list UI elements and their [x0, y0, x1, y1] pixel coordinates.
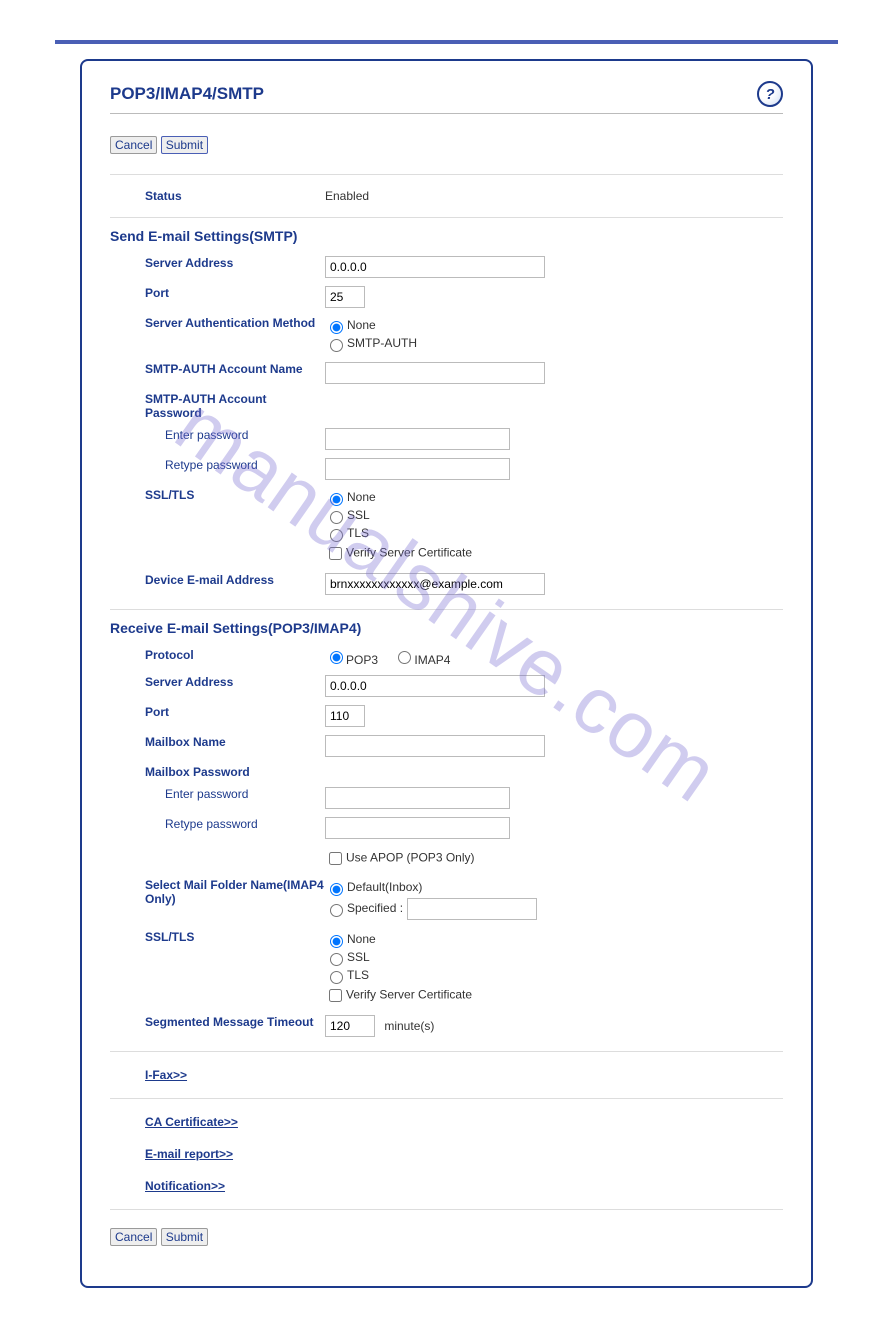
status-value: Enabled	[325, 189, 783, 203]
smtp-password-enter-label: Enter password	[110, 428, 325, 442]
smtp-heading: Send E-mail Settings(SMTP)	[110, 228, 783, 244]
pop-ssl-none-option[interactable]: None	[325, 932, 783, 948]
pop-ssl-none-radio[interactable]	[330, 935, 343, 948]
page-title: POP3/IMAP4/SMTP	[110, 84, 264, 104]
mailbox-password-retype-label: Retype password	[110, 817, 325, 831]
protocol-imap4-option[interactable]: IMAP4	[393, 653, 450, 667]
smtp-verify-cert-option[interactable]: Verify Server Certificate	[325, 544, 783, 563]
divider	[110, 217, 783, 218]
pop-verify-cert-checkbox[interactable]	[329, 989, 342, 1002]
smtp-auth-none-radio[interactable]	[330, 321, 343, 334]
divider	[110, 1098, 783, 1099]
pop-server-label: Server Address	[110, 675, 325, 689]
apop-checkbox[interactable]	[329, 852, 342, 865]
mailbox-password-enter-input[interactable]	[325, 787, 510, 809]
mailbox-name-input[interactable]	[325, 735, 545, 757]
smtp-auth-smtpauth-option[interactable]: SMTP-AUTH	[325, 336, 783, 352]
settings-panel: manualshive.com POP3/IMAP4/SMTP ? Cancel…	[80, 59, 813, 1288]
protocol-label: Protocol	[110, 648, 325, 662]
pop-heading: Receive E-mail Settings(POP3/IMAP4)	[110, 620, 783, 636]
folder-default-option[interactable]: Default(Inbox)	[325, 880, 783, 896]
smtp-auth-method-label: Server Authentication Method	[110, 316, 325, 330]
protocol-pop3-radio[interactable]	[330, 651, 343, 664]
smtp-account-name-input[interactable]	[325, 362, 545, 384]
smtp-ssl-tls-option[interactable]: TLS	[325, 526, 783, 542]
folder-default-radio[interactable]	[330, 883, 343, 896]
title-divider	[110, 113, 783, 114]
folder-specified-input[interactable]	[407, 898, 537, 920]
submit-button-bottom[interactable]: Submit	[161, 1228, 208, 1246]
seg-timeout-unit: minute(s)	[384, 1019, 434, 1033]
divider	[110, 1209, 783, 1210]
email-report-link[interactable]: E-mail report>>	[145, 1147, 233, 1161]
apop-option[interactable]: Use APOP (POP3 Only)	[325, 849, 783, 868]
cancel-button[interactable]: Cancel	[110, 136, 157, 154]
smtp-account-name-label: SMTP-AUTH Account Name	[110, 362, 325, 376]
device-email-label: Device E-mail Address	[110, 573, 325, 587]
smtp-ssl-tls-radio[interactable]	[330, 529, 343, 542]
smtp-password-enter-input[interactable]	[325, 428, 510, 450]
smtp-account-password-label: SMTP-AUTH Account Password	[110, 392, 325, 420]
status-label: Status	[110, 189, 325, 203]
pop-ssl-ssl-radio[interactable]	[330, 953, 343, 966]
protocol-imap4-radio[interactable]	[398, 651, 411, 664]
smtp-server-label: Server Address	[110, 256, 325, 270]
smtp-ssl-ssl-radio[interactable]	[330, 511, 343, 524]
seg-timeout-input[interactable]	[325, 1015, 375, 1037]
folder-label: Select Mail Folder Name(IMAP4 Only)	[110, 878, 325, 906]
smtp-password-retype-input[interactable]	[325, 458, 510, 480]
divider	[110, 609, 783, 610]
seg-timeout-label: Segmented Message Timeout	[110, 1015, 325, 1029]
smtp-ssl-none-radio[interactable]	[330, 493, 343, 506]
pop-ssl-tls-radio[interactable]	[330, 971, 343, 984]
device-email-input[interactable]	[325, 573, 545, 595]
mailbox-password-enter-label: Enter password	[110, 787, 325, 801]
submit-button[interactable]: Submit	[161, 136, 208, 154]
mailbox-name-label: Mailbox Name	[110, 735, 325, 749]
pop-server-input[interactable]	[325, 675, 545, 697]
bottom-button-row: Cancel Submit	[110, 1228, 783, 1246]
mailbox-password-retype-input[interactable]	[325, 817, 510, 839]
ca-cert-link[interactable]: CA Certificate>>	[145, 1115, 238, 1129]
mailbox-password-label: Mailbox Password	[110, 765, 325, 779]
smtp-server-input[interactable]	[325, 256, 545, 278]
page-title-row: POP3/IMAP4/SMTP ?	[110, 81, 783, 107]
help-icon[interactable]: ?	[757, 81, 783, 107]
smtp-verify-cert-checkbox[interactable]	[329, 547, 342, 560]
smtp-port-label: Port	[110, 286, 325, 300]
status-row: Status Enabled	[110, 185, 783, 207]
smtp-ssl-none-option[interactable]: None	[325, 490, 783, 506]
pop-ssl-tls-option[interactable]: TLS	[325, 968, 783, 984]
cancel-button-bottom[interactable]: Cancel	[110, 1228, 157, 1246]
smtp-password-retype-label: Retype password	[110, 458, 325, 472]
top-button-row: Cancel Submit	[110, 136, 783, 154]
folder-specified-radio[interactable]	[330, 904, 343, 917]
smtp-auth-smtpauth-radio[interactable]	[330, 339, 343, 352]
pop-port-input[interactable]	[325, 705, 365, 727]
smtp-ssl-ssl-option[interactable]: SSL	[325, 508, 783, 524]
smtp-ssltls-label: SSL/TLS	[110, 488, 325, 502]
smtp-auth-none-option[interactable]: None	[325, 318, 783, 334]
smtp-port-input[interactable]	[325, 286, 365, 308]
pop-port-label: Port	[110, 705, 325, 719]
divider	[110, 1051, 783, 1052]
notification-link[interactable]: Notification>>	[145, 1179, 225, 1193]
pop-ssl-ssl-option[interactable]: SSL	[325, 950, 783, 966]
top-accent-bar	[55, 40, 838, 44]
folder-specified-option[interactable]: Specified :	[325, 898, 783, 920]
ifax-link[interactable]: I-Fax>>	[145, 1068, 187, 1082]
pop-ssltls-label: SSL/TLS	[110, 930, 325, 944]
pop-verify-cert-option[interactable]: Verify Server Certificate	[325, 986, 783, 1005]
protocol-pop3-option[interactable]: POP3	[325, 653, 378, 667]
divider	[110, 174, 783, 175]
